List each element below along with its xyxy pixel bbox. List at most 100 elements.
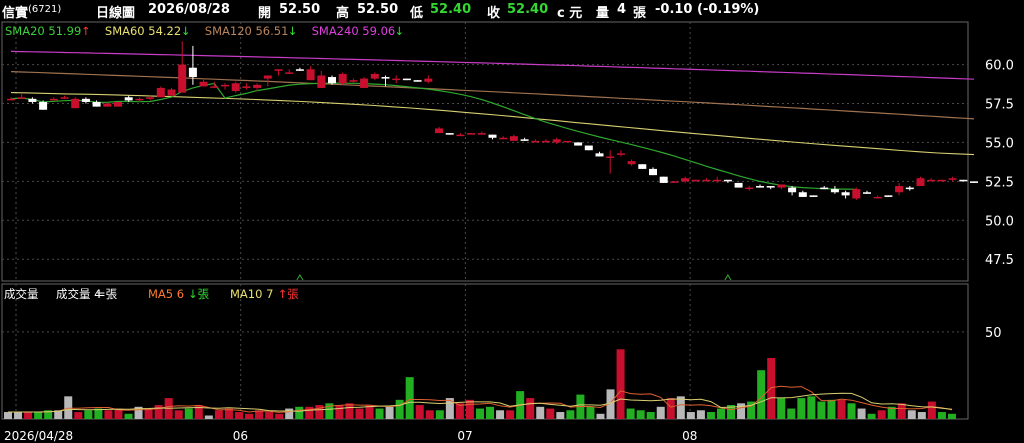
currency-unit: c 元 (557, 6, 583, 21)
volume-pane-frame (1, 283, 969, 420)
volume-bar (355, 408, 364, 419)
volume-bar (34, 412, 43, 419)
volume-bar (154, 405, 163, 419)
price-chart[interactable]: 60.0 57.5 55.0 52.5 50.0 47.5 SMA20 51.99 ↑ SMA6… (0, 21, 1024, 283)
candle-body (317, 75, 326, 88)
volume-bar (64, 396, 73, 419)
volume-bar (124, 413, 133, 419)
candle-body (959, 179, 968, 182)
volume-legend-unit: ↑張 (278, 287, 300, 301)
quote-header: 信實 (6721) 日線圖 2026/08/28 開 52.50 高 52.50… (0, 0, 1024, 21)
volume-bar (857, 408, 866, 419)
volume-bar (556, 412, 565, 419)
candle-body (370, 73, 379, 79)
candle-body (178, 64, 187, 93)
candle-body (841, 192, 850, 196)
candle-body (927, 179, 936, 182)
x-axis-label: 07 (457, 429, 472, 443)
high-label: 高 (336, 6, 350, 21)
candle-body (71, 98, 80, 109)
open-value: 52.50 (279, 2, 321, 17)
volume-bar (767, 358, 776, 419)
period-label: 日線圖 (96, 6, 136, 21)
volume-bar (475, 408, 484, 419)
candle-body (338, 73, 347, 84)
volume-bar (24, 412, 33, 419)
volume-bar (214, 410, 223, 419)
candle-body (39, 101, 48, 110)
candle-body (627, 161, 636, 165)
candle-body (702, 179, 711, 182)
volume-bar (586, 406, 595, 419)
candle-body (60, 97, 69, 99)
volume-chart[interactable]: 50 成交量 成交量 4=張 MA5 6 ↓張 MA10 7 ↑張 2026/04/28 06 0… (0, 283, 1024, 443)
candle-body (156, 87, 165, 98)
candle-body (402, 78, 411, 81)
sma-trend-arrow: ↓ (394, 24, 404, 38)
volume-bar (506, 410, 515, 419)
volume-bar (435, 410, 444, 419)
candle-body (49, 98, 58, 101)
candle-body (606, 156, 615, 158)
volume-legend-item: 成交量 (4, 287, 39, 301)
candle-body (499, 137, 508, 140)
volume-bar (305, 406, 314, 419)
candle-body (221, 84, 229, 87)
volume-bar (265, 412, 274, 419)
candle-body (413, 80, 422, 82)
candle-body (445, 133, 454, 135)
price-tick-label: 50.0 (985, 214, 1014, 229)
volume-bar (626, 408, 635, 419)
candle-body (895, 186, 904, 193)
candle-body (649, 168, 657, 176)
volume-bar (696, 410, 705, 419)
volume-bar (415, 405, 424, 419)
volume-bar (425, 410, 434, 419)
candle-body (509, 136, 518, 141)
volume-legend-item: MA5 6 (148, 287, 184, 301)
candle-body (253, 84, 262, 88)
volume-bar (74, 412, 83, 419)
price-tick-label: 55.0 (985, 136, 1014, 151)
volume-bar (174, 410, 183, 419)
candle-body (349, 80, 358, 82)
volume-bar (295, 406, 304, 419)
close-label: 收 (487, 6, 501, 21)
candle-body (328, 77, 336, 84)
candle-body (970, 181, 978, 183)
candle-body (285, 72, 294, 74)
volume-bar (947, 413, 956, 419)
price-tick-label: 52.5 (985, 175, 1014, 190)
candle-body (734, 182, 743, 188)
candle-body (681, 178, 690, 182)
candle-body (424, 78, 433, 82)
candle-body (798, 192, 807, 197)
quote-date: 2026/08/28 (148, 2, 230, 17)
volume-bar (686, 412, 695, 419)
volume-bar (616, 349, 625, 419)
sma-trend-arrow: ↓ (181, 24, 191, 38)
candle-body (114, 101, 122, 107)
candle-body (295, 69, 304, 71)
candle-body (17, 97, 26, 99)
volume-bar (787, 408, 796, 419)
x-axis-label: 2026/04/28 (4, 429, 73, 443)
volume-bar (245, 413, 254, 419)
volume-bar (536, 406, 545, 419)
candle-body (92, 101, 101, 107)
candle-body (595, 153, 604, 157)
candle-body (360, 78, 369, 88)
candle-body (670, 181, 679, 183)
candle-body (905, 187, 914, 190)
low-label: 低 (410, 6, 424, 21)
stock-code: (6721) (28, 4, 62, 15)
candle-body (937, 179, 946, 182)
volume-bar (465, 399, 474, 419)
close-value: 52.40 (507, 2, 549, 17)
volume-bar (234, 412, 243, 419)
candle-body (146, 97, 155, 99)
candle-body (167, 89, 176, 96)
volume-bar (716, 408, 725, 419)
candle-body (756, 186, 764, 188)
volume-bar (777, 398, 786, 419)
